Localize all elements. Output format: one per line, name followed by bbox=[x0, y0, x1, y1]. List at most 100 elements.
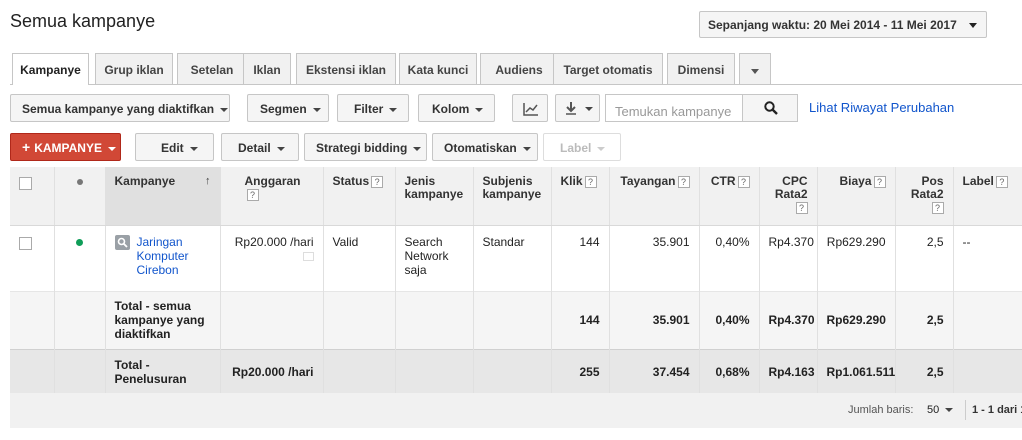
col-ctr-label: CTR bbox=[710, 174, 736, 188]
row-checkbox[interactable] bbox=[19, 236, 32, 250]
empty-cell bbox=[953, 348, 1022, 396]
chevron-down-icon bbox=[413, 146, 422, 151]
help-icon[interactable]: ? bbox=[873, 175, 886, 188]
col-impressions-label: Tayangan bbox=[620, 174, 676, 188]
edit-button[interactable]: Edit bbox=[135, 133, 214, 161]
campaign-table: Kampanye ↑ Anggaran? Status? Jenis kampan… bbox=[10, 167, 1022, 396]
col-campaign-subtype[interactable]: Subjenis kampanye bbox=[473, 167, 552, 226]
help-icon[interactable]: ? bbox=[995, 175, 1008, 188]
col-clicks[interactable]: Klik? bbox=[551, 167, 610, 226]
chevron-down-icon bbox=[945, 408, 954, 413]
new-campaign-button[interactable]: + KAMPANYE bbox=[10, 133, 121, 161]
columns-button[interactable]: Kolom bbox=[418, 94, 495, 122]
row-select-cell bbox=[10, 225, 55, 291]
col-campaign-subtype-label: Subjenis kampanye bbox=[482, 174, 542, 201]
tab-audiens[interactable]: Audiens bbox=[480, 53, 558, 84]
label-button[interactable]: Label bbox=[543, 133, 621, 161]
chart-toggle-button[interactable] bbox=[512, 94, 548, 122]
tab-divider bbox=[10, 84, 1022, 85]
col-label[interactable]: Label? bbox=[953, 167, 1022, 226]
status-dot-icon[interactable] bbox=[76, 179, 83, 185]
chevron-down-icon bbox=[312, 107, 321, 112]
help-icon[interactable]: ? bbox=[931, 201, 944, 214]
ctr-cell: 0,40% bbox=[699, 225, 760, 291]
col-impressions[interactable]: Tayangan? bbox=[609, 167, 700, 226]
chevron-down-icon bbox=[522, 146, 531, 151]
bidding-strategy-button[interactable]: Strategi bidding bbox=[304, 133, 427, 161]
rows-per-page-select[interactable]: 50 bbox=[919, 399, 961, 421]
tab-iklan[interactable]: Iklan bbox=[243, 53, 291, 84]
budget-chart-icon[interactable] bbox=[302, 251, 314, 261]
campaign-filter-label: Semua kampanye yang diaktifkan bbox=[22, 102, 215, 116]
col-avg-position[interactable]: Pos Rata2? bbox=[895, 167, 954, 226]
download-button[interactable] bbox=[555, 94, 600, 122]
change-history-link[interactable]: Lihat Riwayat Perubahan bbox=[809, 100, 954, 115]
label-button-label: Label bbox=[560, 141, 592, 155]
col-cost[interactable]: Biaya? bbox=[817, 167, 896, 226]
search-button[interactable] bbox=[742, 94, 798, 122]
col-campaign[interactable]: Kampanye ↑ bbox=[105, 167, 221, 226]
total-enabled-ctr: 0,40% bbox=[699, 290, 760, 349]
help-icon[interactable]: ? bbox=[371, 175, 384, 188]
detail-label: Detail bbox=[238, 141, 271, 155]
date-range-label: Sepanjang waktu: 20 Mei 2014 - 11 Mei 20… bbox=[708, 18, 957, 32]
help-icon[interactable]: ? bbox=[584, 175, 597, 188]
tab-grup-iklan[interactable]: Grup iklan bbox=[95, 53, 173, 84]
select-all-checkbox[interactable] bbox=[19, 177, 32, 190]
segment-button[interactable]: Segmen bbox=[247, 94, 329, 122]
filter-button[interactable]: Filter bbox=[337, 94, 409, 122]
pagination-range: 1 - 1 dari 1 bbox=[972, 404, 1022, 416]
tab-setelan[interactable]: Setelan bbox=[177, 53, 247, 84]
total-enabled-avg-cpc: Rp4.370 bbox=[759, 290, 818, 349]
avg-position-cell: 2,5 bbox=[895, 225, 954, 291]
new-campaign-label: KAMPANYE bbox=[34, 141, 102, 155]
tab-kata-kunci[interactable]: Kata kunci bbox=[399, 53, 477, 84]
help-icon[interactable]: ? bbox=[737, 175, 750, 188]
label-cell: -- bbox=[953, 225, 1022, 291]
campaign-name-cell: Jaringan Komputer Cirebon bbox=[105, 225, 221, 291]
help-icon[interactable]: ? bbox=[677, 175, 690, 188]
chevron-down-icon bbox=[107, 146, 116, 151]
detail-button[interactable]: Detail bbox=[221, 133, 299, 161]
tab-more-button[interactable] bbox=[739, 53, 771, 84]
total-search-label: Total - Penelusuran bbox=[105, 348, 221, 396]
date-range-selector[interactable]: Sepanjang waktu: 20 Mei 2014 - 11 Mei 20… bbox=[699, 11, 987, 38]
avg-cpc-cell: Rp4.370 bbox=[759, 225, 818, 291]
campaign-type-cell: Search Network saja bbox=[395, 225, 474, 291]
total-search-impressions: 37.454 bbox=[609, 348, 700, 396]
col-avg-cpc[interactable]: CPC Rata2? bbox=[759, 167, 818, 226]
campaign-name-link[interactable]: Jaringan Komputer Cirebon bbox=[137, 235, 211, 277]
col-campaign-label: Kampanye bbox=[114, 174, 176, 188]
col-campaign-type-label: Jenis kampanye bbox=[404, 174, 464, 201]
col-status[interactable]: Status? bbox=[323, 167, 396, 226]
tab-bar: Kampanye Grup iklan Setelan Iklan Eksten… bbox=[10, 53, 1022, 85]
automate-button[interactable]: Otomatiskan bbox=[432, 133, 538, 161]
sort-ascending-icon: ↑ bbox=[205, 175, 211, 187]
columns-label: Kolom bbox=[432, 102, 470, 116]
help-icon[interactable]: ? bbox=[795, 201, 808, 214]
tab-dimensi[interactable]: Dimensi bbox=[667, 53, 735, 84]
tab-ekstensi-iklan[interactable]: Ekstensi iklan bbox=[296, 53, 396, 84]
edit-label: Edit bbox=[161, 141, 184, 155]
campaign-filter-dropdown[interactable]: Semua kampanye yang diaktifkan bbox=[10, 94, 230, 122]
total-search-avg-position: 2,5 bbox=[895, 348, 954, 396]
col-clicks-label: Klik bbox=[560, 174, 583, 188]
col-ctr[interactable]: CTR? bbox=[699, 167, 760, 226]
col-campaign-type[interactable]: Jenis kampanye bbox=[395, 167, 474, 226]
tab-kampanye[interactable]: Kampanye bbox=[12, 53, 89, 85]
help-icon[interactable]: ? bbox=[246, 188, 259, 201]
campaign-search-input[interactable] bbox=[605, 94, 743, 122]
enabled-status-dot[interactable] bbox=[76, 238, 83, 246]
segment-label: Segmen bbox=[260, 102, 307, 116]
search-icon bbox=[764, 101, 778, 115]
tab-target-otomatis[interactable]: Target otomatis bbox=[553, 53, 663, 84]
empty-cell bbox=[220, 290, 324, 349]
status-dot-header bbox=[54, 167, 106, 226]
search-campaign-icon bbox=[114, 234, 130, 250]
plus-icon: + bbox=[22, 139, 31, 155]
chevron-down-icon bbox=[751, 69, 759, 74]
status-cell: Valid bbox=[323, 225, 396, 291]
chevron-down-icon bbox=[475, 107, 484, 112]
col-status-label: Status bbox=[332, 174, 370, 188]
col-budget[interactable]: Anggaran? bbox=[220, 167, 324, 226]
